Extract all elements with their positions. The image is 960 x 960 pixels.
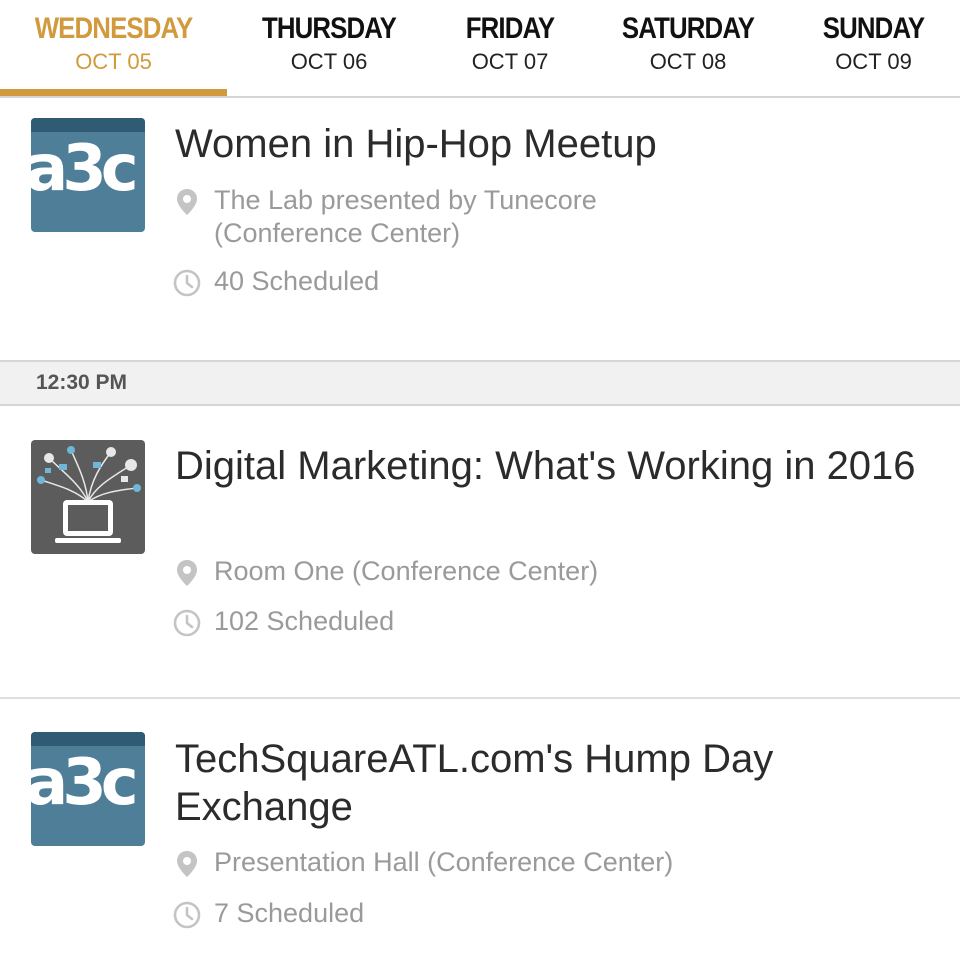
session-title: TechSquareATL.com's Hump Day Exchange	[175, 737, 774, 829]
digital-marketing-icon	[31, 440, 145, 554]
tab-day-label: SATURDAY	[621, 12, 755, 45]
session-location: Presentation Hall (Conference Center)	[172, 846, 920, 879]
session-scheduled: 40 Scheduled	[172, 265, 920, 298]
scheduled-count: 7 Scheduled	[214, 898, 365, 928]
location-text: Presentation Hall (Conference Center)	[214, 847, 674, 877]
tab-date-label: OCT 08	[649, 49, 727, 74]
time-section-header: 12:30 PM	[0, 360, 960, 406]
session-title: Women in Hip-Hop Meetup	[175, 122, 657, 166]
active-tab-indicator	[0, 89, 227, 96]
a3c-logo-icon: a3c	[31, 118, 145, 232]
tab-day-label: FRIDAY	[465, 12, 555, 45]
clock-icon	[173, 609, 201, 637]
tab-date-label: OCT 06	[290, 49, 368, 74]
session-location: The Lab presented by Tunecore (Conferenc…	[172, 184, 920, 250]
tab-date-label: OCT 05	[75, 49, 152, 74]
tab-sunday[interactable]: SUNDAY OCT 09	[787, 0, 960, 98]
tab-saturday[interactable]: SATURDAY OCT 08	[589, 0, 787, 98]
clock-icon	[173, 269, 201, 297]
session-title: Digital Marketing: What's Working in 201…	[175, 444, 916, 488]
location-text: The Lab presented by Tunecore (Conferenc…	[214, 185, 597, 248]
session-item[interactable]: Digital Marketing: What's Working in 201…	[0, 406, 960, 698]
tab-day-label: THURSDAY	[261, 12, 397, 45]
tab-date-label: OCT 07	[471, 49, 549, 74]
session-location: Room One (Conference Center)	[172, 555, 920, 588]
session-item[interactable]: a3c TechSquareATL.com's Hump Day Exchang…	[0, 699, 960, 960]
session-scheduled: 7 Scheduled	[172, 897, 920, 930]
session-item[interactable]: a3c Women in Hip-Hop Meetup The Lab pres…	[0, 98, 960, 360]
time-label: 12:30 PM	[36, 371, 128, 394]
clock-icon	[173, 901, 201, 929]
location-text: Room One (Conference Center)	[214, 556, 599, 586]
tab-thursday[interactable]: THURSDAY OCT 06	[227, 0, 431, 98]
scheduled-count: 102 Scheduled	[214, 606, 395, 636]
tab-day-label: SUNDAY	[822, 12, 925, 45]
svg-text:a3c: a3c	[31, 132, 135, 206]
tab-date-label: OCT 09	[835, 49, 912, 74]
location-pin-icon	[177, 560, 197, 586]
session-scheduled: 102 Scheduled	[172, 605, 920, 638]
tab-friday[interactable]: FRIDAY OCT 07	[431, 0, 589, 98]
location-pin-icon	[177, 189, 197, 215]
tab-wednesday[interactable]: WEDNESDAY OCT 05	[0, 0, 227, 98]
scheduled-count: 40 Scheduled	[214, 266, 380, 296]
tab-day-label: WEDNESDAY	[34, 12, 193, 45]
day-tabs: WEDNESDAY OCT 05 THURSDAY OCT 06 FRIDAY …	[0, 0, 960, 98]
a3c-logo-icon: a3c	[31, 732, 145, 846]
svg-text:a3c: a3c	[31, 746, 135, 820]
location-pin-icon	[177, 851, 197, 877]
